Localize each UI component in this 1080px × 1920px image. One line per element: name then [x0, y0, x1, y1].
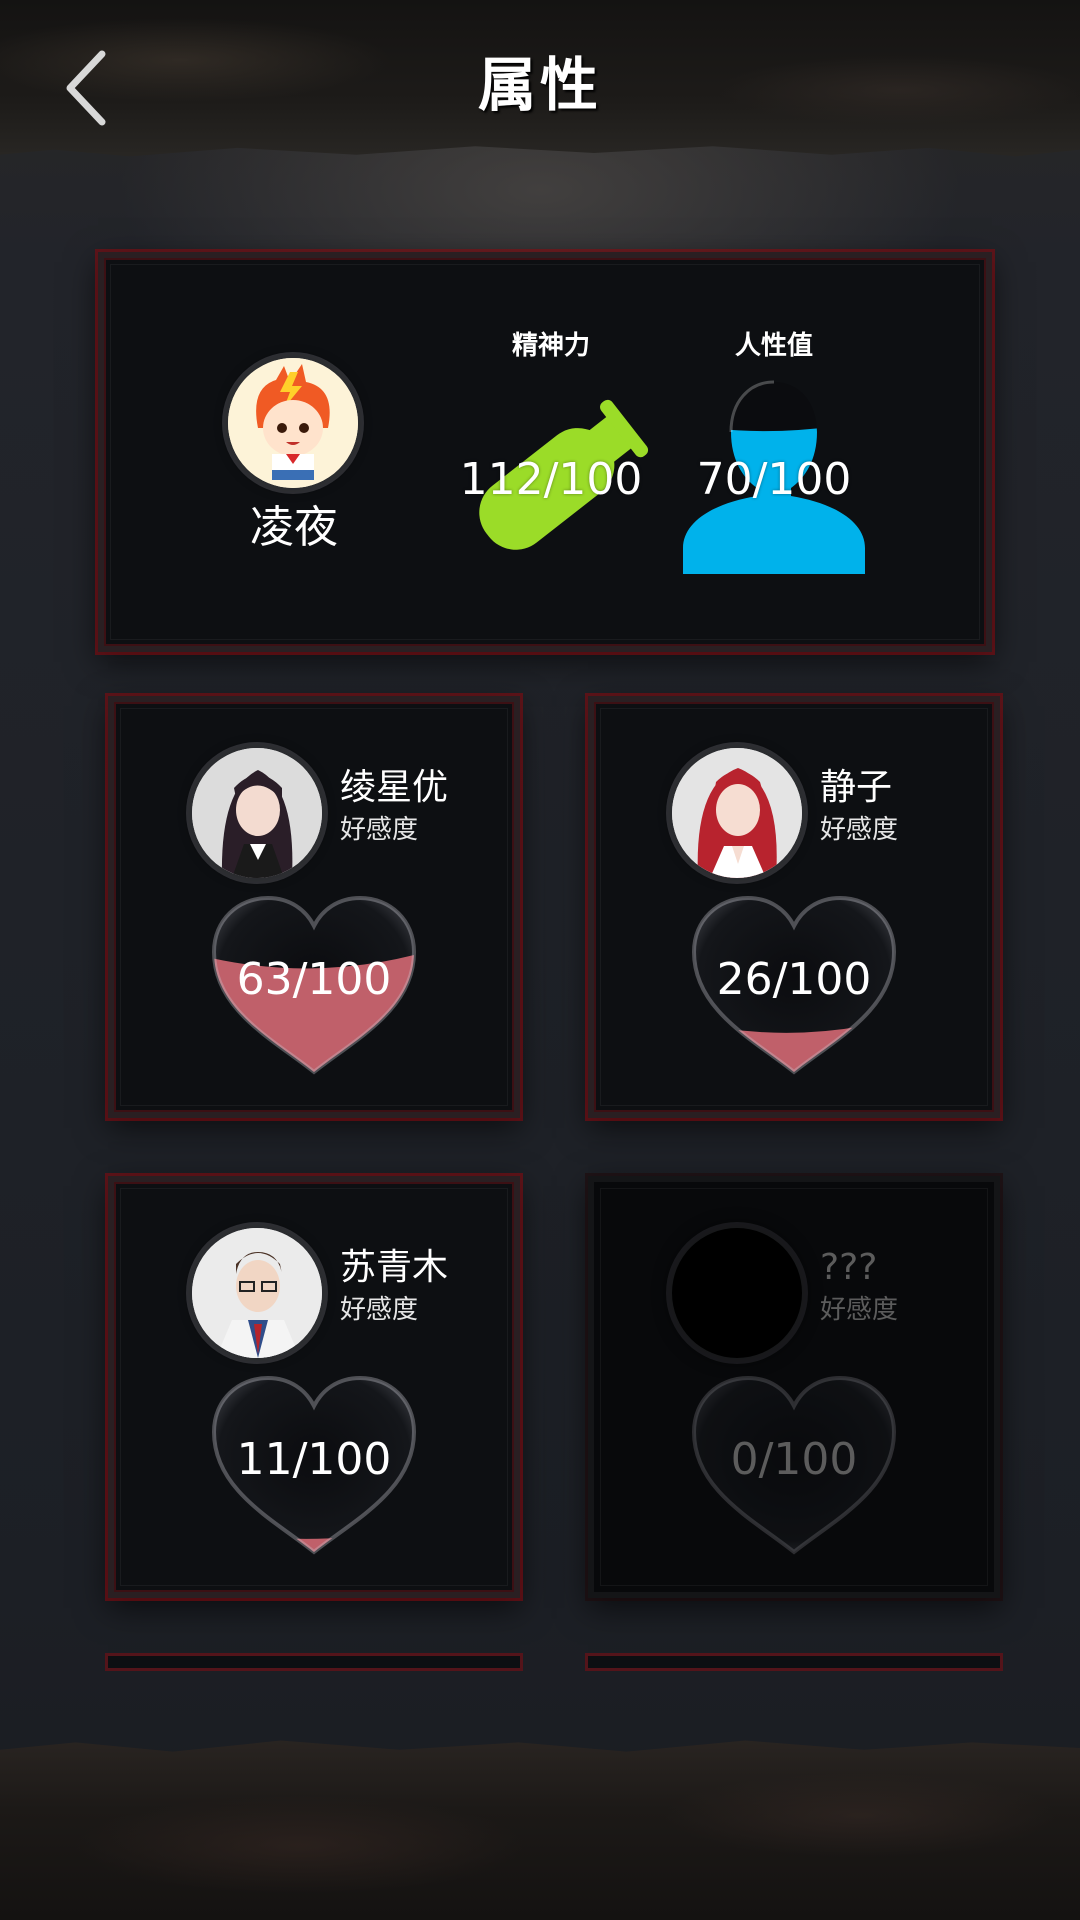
affection-label-2: 好感度: [820, 815, 899, 845]
character-portrait-icon: [192, 1228, 322, 1358]
character-card-peek: [108, 1656, 520, 1668]
character-card-1[interactable]: 绫星优 好感度 63/100: [108, 696, 520, 1118]
stat-value-humanity: 70/100: [696, 454, 852, 505]
character-name-2: 静子: [820, 767, 893, 808]
affection-label-4: 好感度: [820, 1295, 899, 1325]
back-button[interactable]: [58, 48, 118, 128]
character-card-locked: ??? 好感度 0/100: [588, 1176, 1000, 1598]
locked-avatar: [672, 1228, 802, 1358]
player-name: 凌夜: [250, 502, 338, 553]
stat-value-spirit: 112/100: [459, 454, 643, 505]
affection-value-2: 26/100: [716, 954, 872, 1005]
character-portrait-icon: [192, 748, 322, 878]
footer-bar: [0, 1740, 1080, 1920]
page-title: 属性: [477, 51, 602, 119]
affection-label-3: 好感度: [340, 1295, 419, 1325]
character-card-3[interactable]: 苏青木 好感度 11/100: [108, 1176, 520, 1598]
affection-value-3: 11/100: [236, 1434, 392, 1485]
character-avatar-1: [192, 748, 322, 878]
player-status-card: 凌夜 精神力 112/100 人性值 70/100: [98, 252, 992, 652]
character-card-2[interactable]: 静子 好感度 26/100: [588, 696, 1000, 1118]
character-avatar-3: [192, 1228, 322, 1358]
player-avatar[interactable]: [228, 358, 358, 488]
attributes-screen: 属性 凌夜 精神力 112/100 人性值 70/100 绫星优 好感度 63/…: [0, 0, 1080, 1920]
affection-value-1: 63/100: [236, 954, 392, 1005]
chevron-left-icon: [66, 50, 106, 126]
character-portrait-icon: [672, 748, 802, 878]
character-name-4: ???: [820, 1247, 878, 1288]
character-name-1: 绫星优: [340, 767, 449, 808]
affection-value-4: 0/100: [730, 1434, 858, 1485]
character-card-peek: [588, 1656, 1000, 1668]
player-portrait-icon: [228, 358, 358, 488]
character-avatar-2: [672, 748, 802, 878]
stat-label-humanity: 人性值: [734, 331, 813, 361]
stat-label-spirit: 精神力: [511, 331, 590, 361]
character-name-3: 苏青木: [340, 1247, 449, 1288]
affection-label-1: 好感度: [340, 815, 419, 845]
